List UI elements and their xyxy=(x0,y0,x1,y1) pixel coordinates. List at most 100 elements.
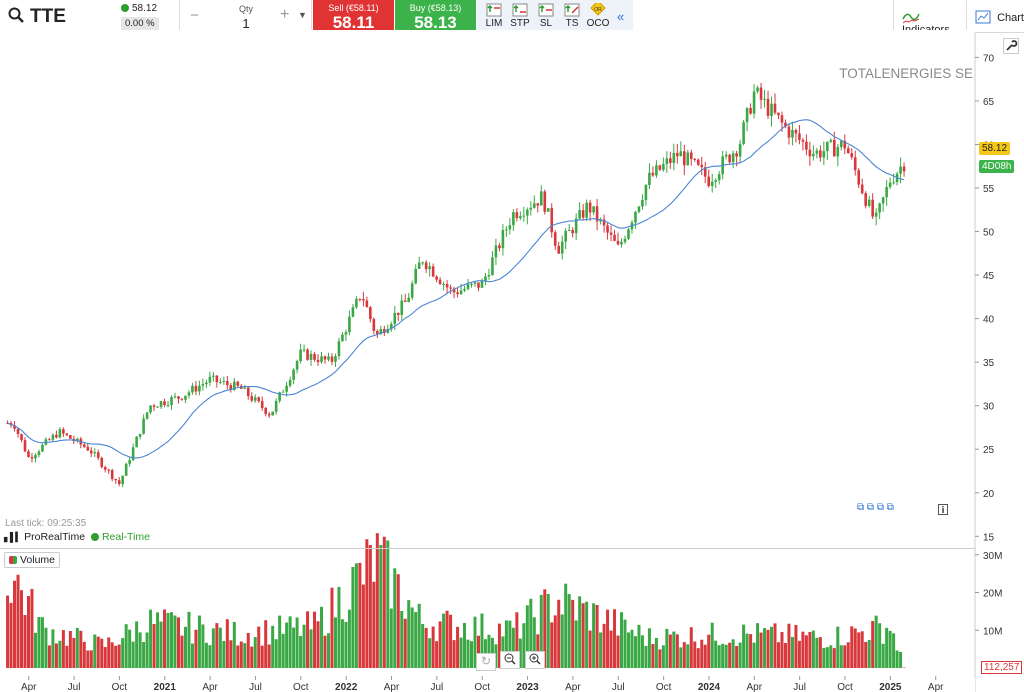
order-oco-button[interactable]: OR OCO xyxy=(585,3,611,29)
candle-body xyxy=(306,349,309,360)
candle-body xyxy=(51,434,55,440)
wrench-icon[interactable] xyxy=(1003,38,1019,59)
candle-body xyxy=(208,376,212,383)
candle-body xyxy=(714,180,717,182)
candle-body xyxy=(550,208,554,233)
candle-body xyxy=(846,148,850,154)
symbol-title[interactable]: TTE xyxy=(30,6,66,28)
candle-body xyxy=(62,429,65,434)
volume-bar xyxy=(250,646,254,668)
legend-sma[interactable]: SMA (20) xyxy=(52,68,109,80)
candle-body xyxy=(529,207,533,210)
volume-bar xyxy=(302,624,306,668)
volume-bar xyxy=(578,596,582,668)
volume-bar xyxy=(190,643,194,668)
candle-body xyxy=(187,392,191,396)
volume-bar xyxy=(700,639,704,668)
candle-body xyxy=(313,353,316,360)
volume-bar xyxy=(686,644,690,668)
chevron-down-icon[interactable]: ▼ xyxy=(298,10,307,20)
order-stoploss-button[interactable]: SL xyxy=(533,3,559,29)
price-chart[interactable]: 152025303540455055606570 10M20M30M AprJu… xyxy=(0,0,1024,692)
volume-bar xyxy=(623,619,627,668)
legend-price[interactable]: Price xyxy=(5,68,41,80)
volume-bar xyxy=(347,609,351,668)
candle-body xyxy=(599,219,602,222)
volume-bar xyxy=(368,545,372,668)
candle-body xyxy=(567,230,571,232)
zoom-in-icon[interactable] xyxy=(524,651,545,669)
volume-bar xyxy=(815,637,819,668)
candle-body xyxy=(466,284,470,289)
candle-body xyxy=(595,206,599,222)
volume-bar xyxy=(187,611,191,668)
search-icon[interactable] xyxy=(8,7,24,28)
order-limit-button[interactable]: LIM xyxy=(481,3,507,29)
candle-body xyxy=(131,447,135,461)
dividend-icon[interactable]: ⧉ xyxy=(887,502,894,513)
candle-body xyxy=(243,387,247,389)
x-tick-label: 2021 xyxy=(154,682,177,692)
volume-bar xyxy=(23,615,27,668)
event-icons[interactable]: ⧉ ⧉ ⧉ ⧉ xyxy=(857,502,894,513)
decrease-qty-button[interactable]: − xyxy=(190,7,199,24)
candle-body xyxy=(780,115,784,123)
info-icon[interactable] xyxy=(114,41,125,55)
candle-body xyxy=(194,385,198,392)
info-icon[interactable] xyxy=(938,502,948,520)
indicators-button[interactable]: Indicators xyxy=(893,0,966,36)
quote-box: 58.12 0.00 % xyxy=(121,3,176,30)
volume-bar xyxy=(633,636,637,668)
candle-body xyxy=(676,152,679,157)
volume-bar xyxy=(668,634,672,668)
reset-zoom-icon[interactable]: ↻ xyxy=(476,653,496,671)
dividend-icon[interactable]: ⧉ xyxy=(877,502,884,513)
chart-button[interactable]: Chart xyxy=(966,0,1024,33)
collapse-icon[interactable]: « xyxy=(617,9,624,24)
sell-button[interactable]: Sell (€58.11) 58.11 xyxy=(313,0,394,33)
volume-bar xyxy=(330,587,334,668)
volume-bar xyxy=(20,590,24,668)
volume-bar xyxy=(365,539,369,668)
pane-divider[interactable] xyxy=(0,548,975,549)
interval-select[interactable]: 1 W ⌄ xyxy=(26,39,72,57)
chart-type-icon[interactable] xyxy=(86,38,106,59)
increase-qty-button[interactable]: + xyxy=(280,6,289,24)
qty-input[interactable]: 1 xyxy=(232,16,260,31)
volume-bar xyxy=(163,609,167,668)
provider-name: ProRealTime xyxy=(24,531,86,543)
buy-button[interactable]: Buy (€58.13) 58.13 xyxy=(395,0,476,33)
volume-bar xyxy=(442,613,446,668)
list-icon[interactable]: ☰ xyxy=(118,66,129,80)
candle-body xyxy=(794,130,798,134)
volume-bar xyxy=(285,622,289,668)
order-stop-button[interactable]: STP xyxy=(507,3,533,29)
volume-bar xyxy=(40,617,44,668)
volume-bar xyxy=(100,638,104,668)
timer-tag: 4D08h xyxy=(979,160,1015,173)
quantity-stepper[interactable]: − Qty 1 + ▼ xyxy=(179,0,312,33)
oco-icon: OR xyxy=(590,3,606,16)
candle-body xyxy=(557,245,561,254)
candle-body xyxy=(156,406,159,408)
candle-body xyxy=(435,276,438,280)
volume-bar xyxy=(857,632,861,668)
dividend-icon[interactable]: ⧉ xyxy=(867,502,874,513)
candle-body xyxy=(512,212,515,226)
candle-body xyxy=(369,307,372,320)
drag-handle-icon[interactable]: ⋮ xyxy=(7,39,19,53)
volume-bar xyxy=(721,643,725,668)
dividend-icon[interactable]: ⧉ xyxy=(857,502,864,513)
candle-body xyxy=(250,396,254,401)
zoom-out-icon[interactable] xyxy=(500,651,521,669)
volume-bar xyxy=(65,645,69,668)
top-bar: TTE 58.12 0.00 % − Qty 1 + ▼ Sell (€58.1… xyxy=(0,0,1024,36)
candle-body xyxy=(585,202,588,218)
volume-bar xyxy=(581,603,585,668)
candle-body xyxy=(351,307,355,317)
volume-bar xyxy=(124,624,128,668)
candle-body xyxy=(285,385,288,392)
order-trailing-button[interactable]: TS xyxy=(559,3,585,29)
candle-body xyxy=(372,319,376,331)
volume-bar xyxy=(585,601,589,668)
